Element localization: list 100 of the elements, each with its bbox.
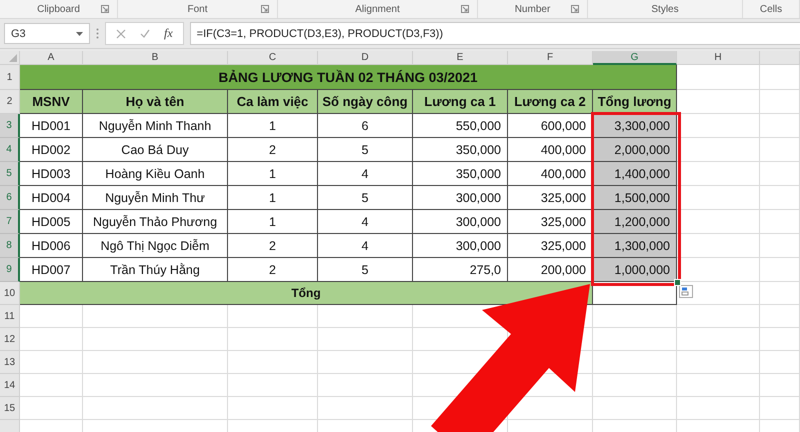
table-cell: HD006 <box>20 234 83 258</box>
table-cell: 600,000 <box>508 114 593 138</box>
row-header[interactable]: 5 <box>0 162 20 186</box>
table-cell: 325,000 <box>508 210 593 234</box>
table-cell: 325,000 <box>508 234 593 258</box>
select-all-button[interactable] <box>0 51 20 65</box>
select-all-icon[interactable] <box>9 54 17 62</box>
table-cell: 1 <box>228 114 318 138</box>
empty-cell <box>760 114 800 138</box>
table-cell: 1,400,000 <box>593 162 677 186</box>
column-header[interactable]: D <box>318 51 413 65</box>
row-header[interactable]: 11 <box>0 305 20 328</box>
table-cell: HD001 <box>20 114 83 138</box>
table-cell: 550,000 <box>413 114 508 138</box>
row-header[interactable]: 13 <box>0 351 20 374</box>
ribbon-group-label: Number <box>514 4 550 14</box>
vertical-dots-icon <box>96 28 99 39</box>
column-header[interactable]: C <box>228 51 318 65</box>
total-label: Tổng <box>20 282 593 305</box>
table-cell: 400,000 <box>508 162 593 186</box>
cancel-icon[interactable] <box>116 28 126 38</box>
column-header[interactable]: B <box>83 51 228 65</box>
row-header[interactable]: 14 <box>0 374 20 397</box>
row-header[interactable]: 1 <box>0 65 20 90</box>
name-box[interactable]: G3 <box>4 23 90 44</box>
check-icon[interactable] <box>140 28 150 38</box>
table-cell: 3,300,000 <box>593 114 677 138</box>
empty-cell <box>760 328 800 351</box>
table-cell: 400,000 <box>508 138 593 162</box>
row-header[interactable]: 4 <box>0 138 20 162</box>
table-cell: HD002 <box>20 138 83 162</box>
empty-cell <box>760 258 800 282</box>
row-header[interactable]: 6 <box>0 186 20 210</box>
insert-function-button[interactable]: fx <box>164 26 173 41</box>
dialog-launcher-icon[interactable] <box>461 5 469 13</box>
table-cell: 1 <box>228 210 318 234</box>
ribbon-group-label: Alignment <box>355 4 400 14</box>
table-cell: 1,300,000 <box>593 234 677 258</box>
dialog-launcher-icon[interactable] <box>571 5 579 13</box>
dialog-launcher-icon[interactable] <box>261 5 269 13</box>
empty-cell <box>760 186 800 210</box>
row-header[interactable]: 12 <box>0 328 20 351</box>
empty-cell <box>760 90 800 114</box>
table-cell: 1,200,000 <box>593 210 677 234</box>
table-cell: 1,000,000 <box>593 258 677 282</box>
table-cell: 2,000,000 <box>593 138 677 162</box>
table-cell: 300,000 <box>413 234 508 258</box>
column-header[interactable]: H <box>677 51 760 65</box>
table-cell: 1,500,000 <box>593 186 677 210</box>
table-header: Ca làm việc <box>228 90 318 114</box>
ribbon-group-label: Font <box>187 4 208 14</box>
table-cell: 350,000 <box>413 162 508 186</box>
table-cell: 300,000 <box>413 186 508 210</box>
empty-cell <box>760 305 800 328</box>
table-header: Họ và tên <box>83 90 228 114</box>
table-cell: Nguyễn Minh Thư <box>83 186 228 210</box>
table-cell: 4 <box>318 234 413 258</box>
table-cell: HD003 <box>20 162 83 186</box>
table-cell: 2 <box>228 234 318 258</box>
table-cell: HD005 <box>20 210 83 234</box>
column-header[interactable]: A <box>20 51 83 65</box>
table-cell: Nguyễn Thảo Phương <box>83 210 228 234</box>
empty-cell <box>760 374 800 397</box>
column-header[interactable]: F <box>508 51 593 65</box>
row-header[interactable]: 9 <box>0 258 20 282</box>
table-cell: 5 <box>318 138 413 162</box>
table-cell: 325,000 <box>508 186 593 210</box>
table-cell: 6 <box>318 114 413 138</box>
empty-cell <box>760 65 800 90</box>
table-header: Lương ca 1 <box>413 90 508 114</box>
table-cell: 350,000 <box>413 138 508 162</box>
ribbon-group-label: Styles <box>651 4 679 14</box>
table-cell: Nguyễn Minh Thanh <box>83 114 228 138</box>
dialog-launcher-icon[interactable] <box>101 5 109 13</box>
empty-cell <box>760 351 800 374</box>
formula-field[interactable]: =IF(C3=1, PRODUCT(D3,E3), PRODUCT(D3,F3)) <box>190 22 800 45</box>
table-cell: 4 <box>318 162 413 186</box>
table-header: Lương ca 2 <box>508 90 593 114</box>
column-header[interactable]: E <box>413 51 508 65</box>
table-title: BẢNG LƯƠNG TUẦN 02 THÁNG 03/2021 <box>20 65 677 90</box>
table-cell: 1 <box>228 162 318 186</box>
row-header[interactable]: 10 <box>0 282 20 305</box>
row-header[interactable]: 3 <box>0 114 20 138</box>
table-cell: 4 <box>318 210 413 234</box>
fill-handle[interactable] <box>674 279 681 286</box>
table-header: MSNV <box>20 90 83 114</box>
empty-cell <box>760 162 800 186</box>
table-cell: HD004 <box>20 186 83 210</box>
table-cell: 5 <box>318 186 413 210</box>
table-cell: 300,000 <box>413 210 508 234</box>
empty-cell <box>760 210 800 234</box>
paste-options-icon[interactable] <box>679 285 693 298</box>
table-header: Số ngày công <box>318 90 413 114</box>
ribbon-group-label: Clipboard <box>37 4 80 14</box>
dropdown-caret-icon[interactable] <box>76 32 83 36</box>
row-header[interactable]: 2 <box>0 90 20 114</box>
row-header[interactable]: 7 <box>0 210 20 234</box>
column-header[interactable]: G <box>593 51 677 65</box>
row-header[interactable]: 8 <box>0 234 20 258</box>
row-header[interactable]: 15 <box>0 397 20 420</box>
